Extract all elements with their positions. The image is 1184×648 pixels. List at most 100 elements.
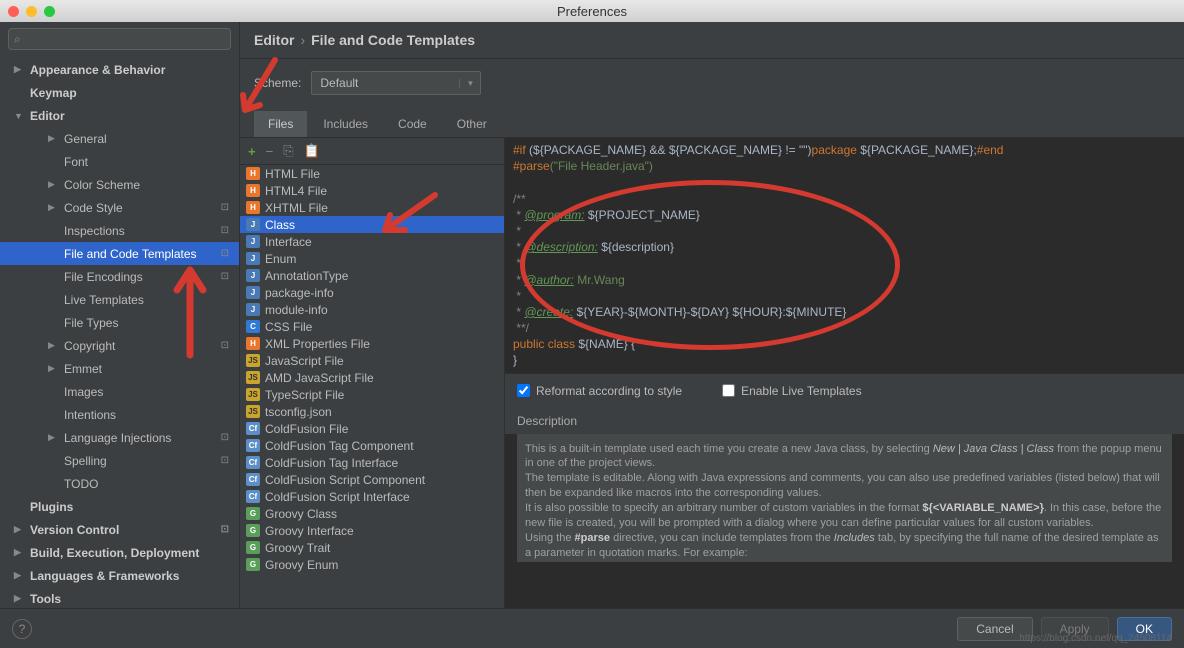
sidebar-item-todo[interactable]: TODO	[0, 472, 239, 495]
sidebar-item-color-scheme[interactable]: ▶Color Scheme	[0, 173, 239, 196]
file-type-icon: G	[246, 507, 260, 520]
file-type-icon: JS	[246, 371, 260, 384]
dialog-footer: ? Cancel Apply OK	[0, 608, 1184, 648]
template-item-groovy-interface[interactable]: GGroovy Interface	[240, 522, 504, 539]
sidebar-item-file-and-code-templates[interactable]: File and Code Templates⊡	[0, 242, 239, 265]
template-item-coldfusion-script-interface[interactable]: CfColdFusion Script Interface	[240, 488, 504, 505]
remove-template-icon[interactable]: −	[266, 144, 274, 159]
sidebar-item-keymap[interactable]: Keymap	[0, 81, 239, 104]
sidebar-item-file-encodings[interactable]: File Encodings⊡	[0, 265, 239, 288]
file-type-icon: J	[246, 252, 260, 265]
file-type-icon: JS	[246, 388, 260, 401]
settings-sidebar: ⌕ ▶Appearance & BehaviorKeymap▼Editor▶Ge…	[0, 22, 240, 608]
search-icon: ⌕	[14, 32, 21, 47]
file-type-icon: Cf	[246, 490, 260, 503]
sidebar-item-build-execution-deployment[interactable]: ▶Build, Execution, Deployment	[0, 541, 239, 564]
file-type-icon: J	[246, 303, 260, 316]
template-item-amd-javascript-file[interactable]: JSAMD JavaScript File	[240, 369, 504, 386]
template-item-package-info[interactable]: Jpackage-info	[240, 284, 504, 301]
template-item-coldfusion-tag-interface[interactable]: CfColdFusion Tag Interface	[240, 454, 504, 471]
template-item-coldfusion-script-component[interactable]: CfColdFusion Script Component	[240, 471, 504, 488]
template-item-enum[interactable]: JEnum	[240, 250, 504, 267]
template-item-groovy-class[interactable]: GGroovy Class	[240, 505, 504, 522]
sidebar-item-language-injections[interactable]: ▶Language Injections⊡	[0, 426, 239, 449]
template-list[interactable]: HHTML FileHHTML4 FileHXHTML FileJClassJI…	[240, 165, 504, 608]
code-panel: #if (${PACKAGE_NAME} && ${PACKAGE_NAME} …	[505, 138, 1184, 608]
sidebar-item-general[interactable]: ▶General	[0, 127, 239, 150]
template-item-typescript-file[interactable]: JSTypeScript File	[240, 386, 504, 403]
sidebar-item-version-control[interactable]: ▶Version Control⊡	[0, 518, 239, 541]
template-item-groovy-enum[interactable]: GGroovy Enum	[240, 556, 504, 573]
file-type-icon: H	[246, 201, 260, 214]
template-item-annotationtype[interactable]: JAnnotationType	[240, 267, 504, 284]
file-type-icon: J	[246, 286, 260, 299]
template-item-interface[interactable]: JInterface	[240, 233, 504, 250]
sidebar-item-plugins[interactable]: Plugins	[0, 495, 239, 518]
template-code-editor[interactable]: #if (${PACKAGE_NAME} && ${PACKAGE_NAME} …	[505, 138, 1184, 373]
sidebar-item-appearance-behavior[interactable]: ▶Appearance & Behavior	[0, 58, 239, 81]
live-templates-checkbox[interactable]: Enable Live Templates	[722, 384, 862, 398]
refresh-template-icon[interactable]: 📋	[304, 143, 320, 159]
template-item-tsconfig-json[interactable]: JStsconfig.json	[240, 403, 504, 420]
template-item-coldfusion-tag-component[interactable]: CfColdFusion Tag Component	[240, 437, 504, 454]
sidebar-item-spelling[interactable]: Spelling⊡	[0, 449, 239, 472]
file-type-icon: J	[246, 269, 260, 282]
file-type-icon: Cf	[246, 473, 260, 486]
sidebar-item-font[interactable]: Font	[0, 150, 239, 173]
template-item-class[interactable]: JClass	[240, 216, 504, 233]
template-item-javascript-file[interactable]: JSJavaScript File	[240, 352, 504, 369]
copy-template-icon[interactable]: ⎘	[283, 143, 293, 159]
template-list-panel: + − ⎘ 📋 HHTML FileHHTML4 FileHXHTML File…	[240, 138, 505, 608]
maximize-window-icon[interactable]	[44, 6, 55, 17]
template-toolbar: + − ⎘ 📋	[240, 138, 504, 165]
template-item-module-info[interactable]: Jmodule-info	[240, 301, 504, 318]
sidebar-item-live-templates[interactable]: Live Templates	[0, 288, 239, 311]
add-template-icon[interactable]: +	[248, 144, 256, 159]
reformat-checkbox[interactable]: Reformat according to style	[517, 384, 682, 398]
watermark: https://blog.csdn.net/qq_24508114	[1019, 633, 1172, 644]
sidebar-item-code-style[interactable]: ▶Code Style⊡	[0, 196, 239, 219]
tab-code[interactable]: Code	[384, 111, 441, 137]
template-item-html-file[interactable]: HHTML File	[240, 165, 504, 182]
description-label: Description	[505, 408, 1184, 434]
settings-tree[interactable]: ▶Appearance & BehaviorKeymap▼Editor▶Gene…	[0, 56, 239, 608]
template-item-xhtml-file[interactable]: HXHTML File	[240, 199, 504, 216]
file-type-icon: J	[246, 235, 260, 248]
file-type-icon: G	[246, 558, 260, 571]
sidebar-item-tools[interactable]: ▶Tools	[0, 587, 239, 608]
minimize-window-icon[interactable]	[26, 6, 37, 17]
file-type-icon: G	[246, 541, 260, 554]
sidebar-item-editor[interactable]: ▼Editor	[0, 104, 239, 127]
template-item-html4-file[interactable]: HHTML4 File	[240, 182, 504, 199]
template-item-css-file[interactable]: CCSS File	[240, 318, 504, 335]
file-type-icon: JS	[246, 405, 260, 418]
file-type-icon: G	[246, 524, 260, 537]
tab-includes[interactable]: Includes	[309, 111, 382, 137]
template-item-groovy-trait[interactable]: GGroovy Trait	[240, 539, 504, 556]
template-options: Reformat according to style Enable Live …	[505, 373, 1184, 408]
template-item-xml-properties-file[interactable]: HXML Properties File	[240, 335, 504, 352]
file-type-icon: JS	[246, 354, 260, 367]
sidebar-item-emmet[interactable]: ▶Emmet	[0, 357, 239, 380]
sidebar-item-copyright[interactable]: ▶Copyright⊡	[0, 334, 239, 357]
sidebar-item-file-types[interactable]: File Types	[0, 311, 239, 334]
scheme-select[interactable]: Default	[311, 71, 481, 95]
sidebar-item-languages-frameworks[interactable]: ▶Languages & Frameworks	[0, 564, 239, 587]
file-type-icon: C	[246, 320, 260, 333]
sidebar-item-images[interactable]: Images	[0, 380, 239, 403]
file-type-icon: J	[246, 218, 260, 231]
tab-files[interactable]: Files	[254, 111, 307, 137]
template-item-coldfusion-file[interactable]: CfColdFusion File	[240, 420, 504, 437]
titlebar: Preferences	[0, 0, 1184, 22]
sidebar-item-inspections[interactable]: Inspections⊡	[0, 219, 239, 242]
close-window-icon[interactable]	[8, 6, 19, 17]
window-title: Preferences	[557, 4, 627, 19]
search-input[interactable]	[8, 28, 231, 50]
tab-other[interactable]: Other	[443, 111, 501, 137]
template-tabs: FilesIncludesCodeOther	[240, 111, 1184, 138]
file-type-icon: Cf	[246, 422, 260, 435]
file-type-icon: H	[246, 184, 260, 197]
help-button[interactable]: ?	[12, 619, 32, 639]
description-text: This is a built-in template used each ti…	[517, 434, 1172, 562]
sidebar-item-intentions[interactable]: Intentions	[0, 403, 239, 426]
